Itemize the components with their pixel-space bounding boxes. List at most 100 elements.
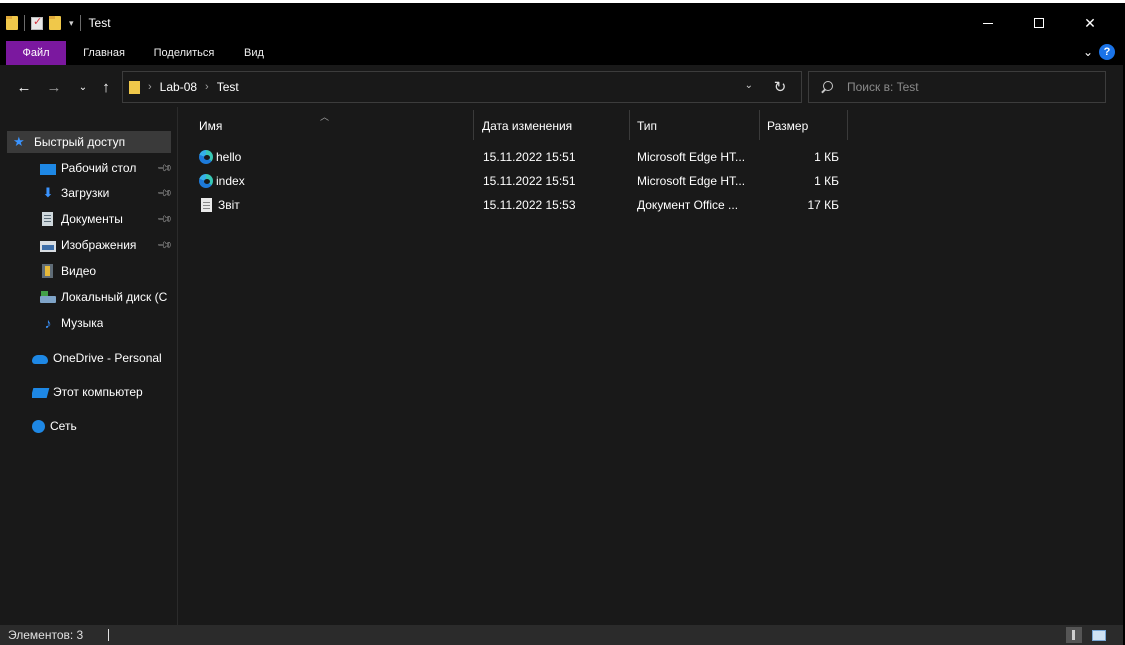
column-header-size[interactable]: Размер bbox=[767, 115, 808, 137]
sidebar-item-this-pc[interactable]: Этот компьютер bbox=[32, 381, 143, 403]
desktop-icon bbox=[40, 163, 56, 175]
computer-icon bbox=[32, 388, 50, 398]
pin-icon[interactable]: 📌︎ bbox=[156, 237, 173, 254]
file-type: Документ Office ... bbox=[637, 198, 739, 212]
star-icon: ★ bbox=[13, 134, 25, 149]
minimize-button[interactable] bbox=[965, 5, 1011, 41]
pin-icon[interactable]: 📌︎ bbox=[156, 160, 173, 177]
search-box[interactable] bbox=[808, 71, 1106, 103]
help-icon[interactable]: ? bbox=[1099, 44, 1115, 60]
refresh-icon[interactable]: ↻ bbox=[769, 76, 791, 98]
chevron-down-icon: ⌄ bbox=[78, 81, 88, 93]
tab-home[interactable]: Главная bbox=[74, 41, 134, 65]
tab-file[interactable]: Файл bbox=[6, 41, 66, 65]
edge-icon bbox=[199, 174, 213, 188]
sidebar-item-label: OneDrive - Personal bbox=[53, 351, 162, 365]
breadcrumb-chevron-icon[interactable]: › bbox=[148, 81, 152, 93]
edge-icon bbox=[199, 150, 213, 164]
arrow-right-icon: → bbox=[46, 78, 62, 96]
expand-ribbon-icon[interactable]: ⌄ bbox=[1083, 45, 1093, 59]
sidebar-item-label: Быстрый доступ bbox=[34, 135, 126, 149]
file-name-cell: index bbox=[199, 170, 245, 192]
up-button[interactable]: ↑ bbox=[96, 77, 116, 97]
title-bar[interactable]: ▾ Test ✕ bbox=[0, 5, 1125, 41]
breadcrumb-lab-08[interactable]: Lab-08 bbox=[160, 80, 197, 94]
sidebar-item-desktop[interactable]: Рабочий стол bbox=[40, 157, 136, 179]
sidebar-item-local-disk[interactable]: Локальный диск (C bbox=[40, 286, 178, 308]
table-row[interactable]: index 15.11.2022 15:51 Microsoft Edge HT… bbox=[193, 170, 853, 192]
pin-icon[interactable]: 📌︎ bbox=[156, 185, 173, 202]
sidebar-item-music[interactable]: ♪ Музыка bbox=[40, 312, 104, 334]
column-divider[interactable] bbox=[473, 110, 474, 140]
sidebar-item-downloads[interactable]: ⬇ Загрузки bbox=[40, 182, 110, 204]
file-name: hello bbox=[216, 150, 242, 164]
pictures-icon bbox=[40, 240, 56, 252]
address-bar[interactable]: › Lab-08 › Test ⌄ ↻ bbox=[122, 71, 802, 103]
large-icons-view-icon[interactable] bbox=[1090, 627, 1106, 643]
sort-ascending-icon: ︿ bbox=[320, 112, 330, 122]
folder-icon[interactable] bbox=[6, 16, 18, 30]
file-size: 1 КБ bbox=[814, 150, 839, 164]
sidebar-item-label: Изображения bbox=[61, 238, 137, 252]
breadcrumb-chevron-icon[interactable]: › bbox=[205, 81, 209, 93]
column-header-name[interactable]: Имя bbox=[199, 115, 222, 137]
sidebar-item-label: Загрузки bbox=[61, 186, 110, 200]
breadcrumb-test[interactable]: Test bbox=[217, 80, 239, 94]
customize-qa-dropdown-icon[interactable]: ▾ bbox=[69, 18, 74, 29]
new-folder-icon[interactable] bbox=[49, 16, 61, 30]
file-name: index bbox=[216, 174, 245, 188]
address-dropdown-icon[interactable]: ⌄ bbox=[745, 80, 753, 91]
documents-icon bbox=[42, 212, 53, 226]
sidebar-item-network[interactable]: Сеть bbox=[32, 415, 77, 437]
recent-locations-button[interactable]: ⌄ bbox=[76, 77, 90, 97]
tab-share[interactable]: Поделиться bbox=[146, 41, 222, 65]
pin-icon[interactable]: 📌︎ bbox=[156, 211, 173, 228]
search-input[interactable] bbox=[847, 80, 1087, 94]
maximize-icon bbox=[1034, 18, 1044, 28]
sidebar-item-videos[interactable]: Видео bbox=[40, 260, 96, 282]
local-disk-icon bbox=[40, 291, 56, 303]
sidebar-item-label: Видео bbox=[61, 264, 97, 278]
column-header-type[interactable]: Тип bbox=[637, 115, 657, 137]
sidebar-item-quick-access[interactable]: ★ Быстрый доступ bbox=[7, 131, 171, 153]
document-icon bbox=[201, 198, 212, 212]
column-divider[interactable] bbox=[759, 110, 760, 140]
sidebar-item-label: Музыка bbox=[61, 316, 104, 330]
navigation-pane: ★ Быстрый доступ Рабочий стол 📌︎ ⬇ Загру… bbox=[0, 107, 178, 625]
details-view-icon[interactable] bbox=[1066, 627, 1082, 643]
maximize-button[interactable] bbox=[1016, 5, 1062, 41]
status-bar: Элементов: 3 bbox=[0, 625, 1125, 645]
forward-button[interactable]: → bbox=[44, 77, 64, 97]
file-list[interactable]: Имя ︿ Дата изменения Тип Размер hello 15… bbox=[179, 107, 1125, 625]
file-date: 15.11.2022 15:51 bbox=[483, 150, 576, 164]
file-date: 15.11.2022 15:53 bbox=[483, 198, 576, 212]
tab-view[interactable]: Вид bbox=[234, 41, 274, 65]
properties-icon[interactable] bbox=[31, 15, 43, 30]
column-divider[interactable] bbox=[629, 110, 630, 140]
file-name-cell: Звіт bbox=[199, 194, 240, 216]
file-name-cell: hello bbox=[199, 146, 241, 168]
column-header-date[interactable]: Дата изменения bbox=[482, 115, 572, 137]
table-row[interactable]: hello 15.11.2022 15:51 Microsoft Edge HT… bbox=[193, 146, 853, 168]
column-divider[interactable] bbox=[847, 110, 848, 140]
music-icon: ♪ bbox=[44, 315, 52, 331]
sidebar-item-documents[interactable]: Документы bbox=[40, 208, 123, 230]
search-icon bbox=[821, 81, 833, 93]
close-icon: ✕ bbox=[1084, 14, 1096, 31]
videos-icon bbox=[42, 264, 53, 278]
sidebar-item-onedrive[interactable]: OneDrive - Personal bbox=[32, 347, 162, 369]
file-type: Microsoft Edge HT... bbox=[637, 150, 746, 164]
table-row[interactable]: Звіт 15.11.2022 15:53 Документ Office ..… bbox=[193, 194, 853, 216]
close-button[interactable]: ✕ bbox=[1067, 5, 1113, 41]
file-name: Звіт bbox=[218, 198, 240, 212]
sidebar-item-label: Сеть bbox=[50, 419, 77, 433]
ribbon-controls: ⌄ ? bbox=[1083, 44, 1115, 60]
onedrive-cloud-icon bbox=[32, 355, 48, 364]
folder-icon bbox=[129, 80, 140, 94]
back-button[interactable]: ← bbox=[14, 77, 34, 97]
arrow-left-icon: ← bbox=[16, 78, 32, 96]
sidebar-item-pictures[interactable]: Изображения bbox=[40, 234, 136, 256]
arrow-up-icon: ↑ bbox=[102, 78, 110, 96]
downloads-icon: ⬇ bbox=[42, 185, 54, 200]
sidebar-item-label: Документы bbox=[61, 212, 123, 226]
